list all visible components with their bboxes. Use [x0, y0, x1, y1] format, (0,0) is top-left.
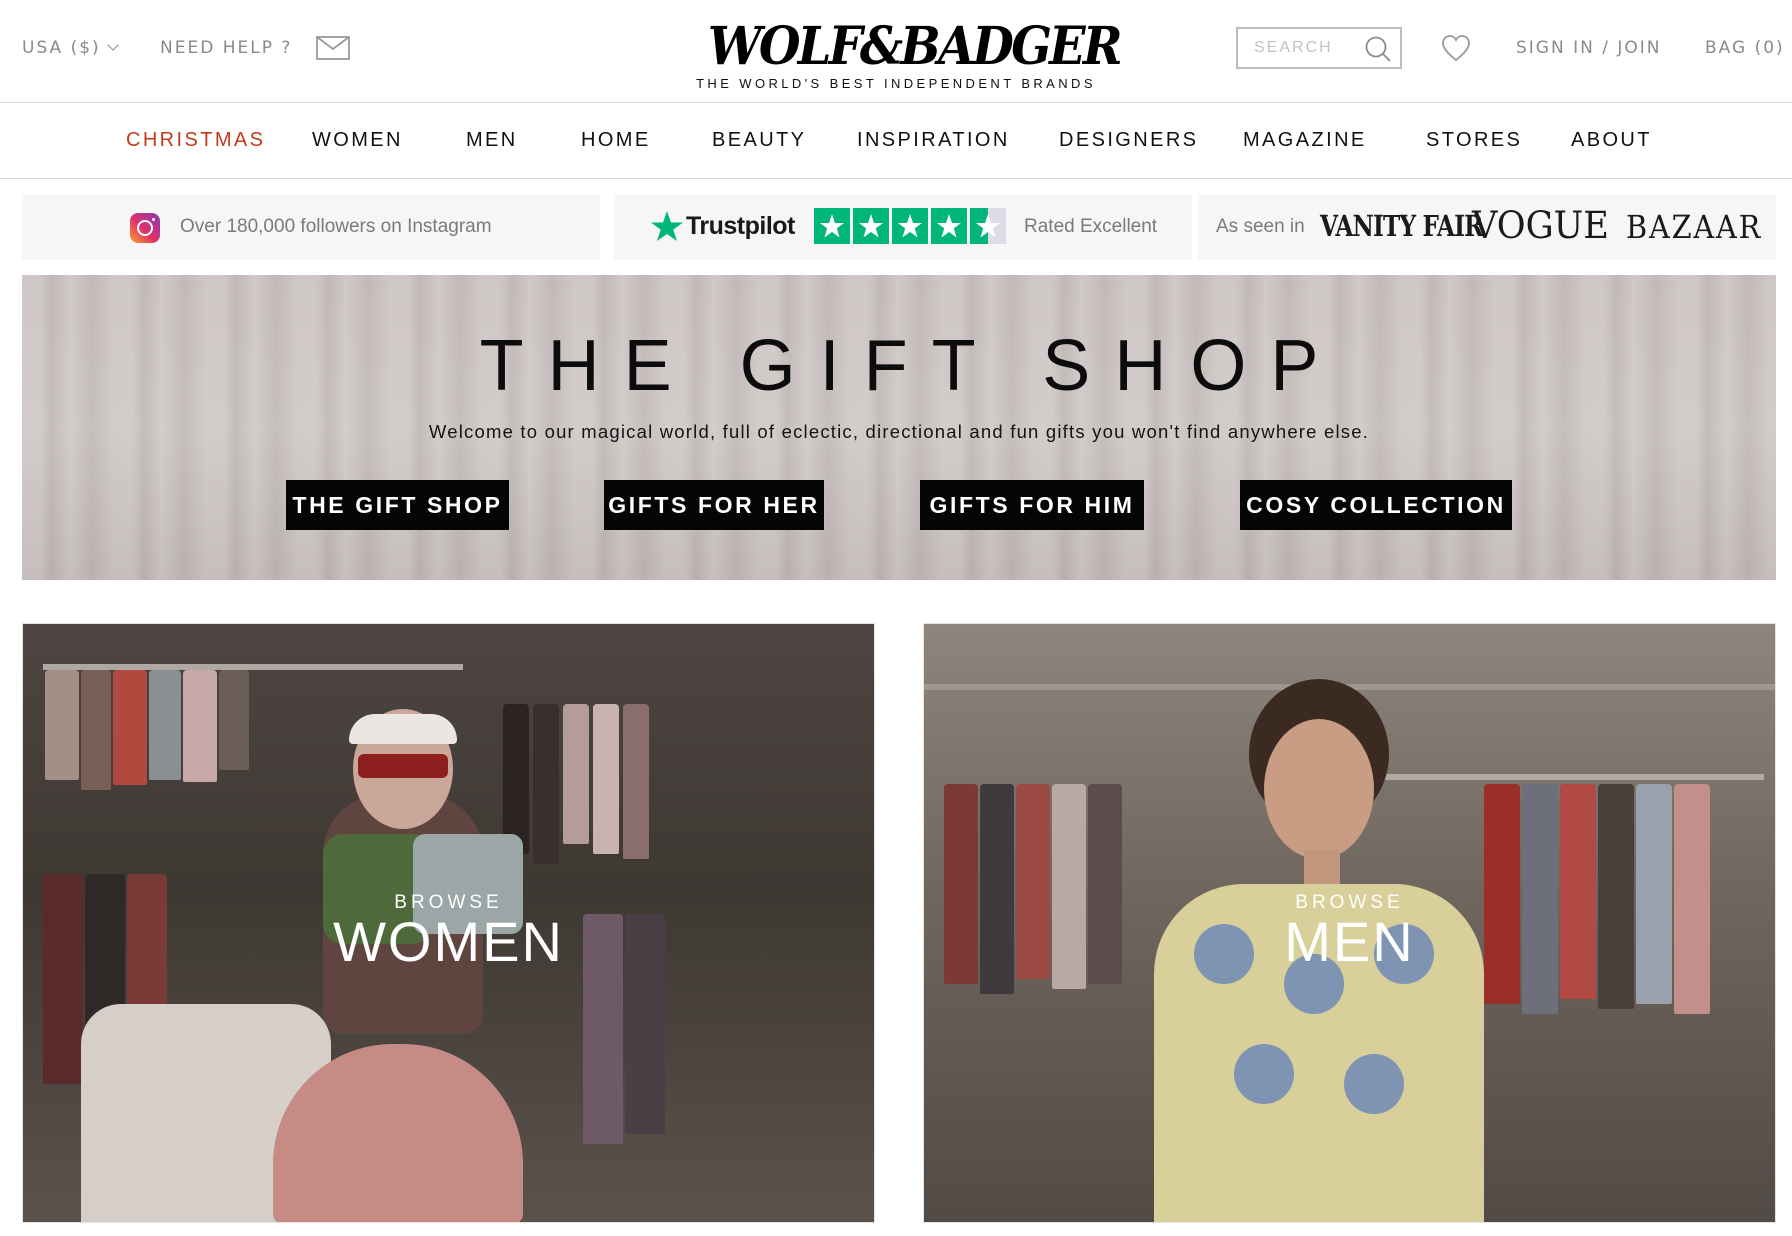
press-banner: As seen in VANITY FAIR VOGUE BAZAAR [1198, 194, 1776, 260]
vanity-fair-logo: VANITY FAIR [1320, 209, 1483, 243]
site-logo[interactable]: WOLF&BADGER THE WORLD'S BEST INDEPENDENT… [690, 21, 1123, 92]
nav-christmas[interactable]: CHRISTMAS [126, 129, 265, 152]
trustpilot-brand: Trustpilot [686, 212, 795, 240]
gift-shop-hero: THE GIFT SHOP Welcome to our magical wor… [22, 275, 1776, 580]
star-icon [853, 208, 889, 244]
nav-designers[interactable]: DESIGNERS [1059, 129, 1198, 152]
as-seen-in-label: As seen in [1216, 216, 1305, 237]
the-gift-shop-button[interactable]: THE GIFT SHOP [286, 480, 509, 530]
trustpilot-banner[interactable]: Trustpilot Rated Excellent [614, 194, 1192, 260]
gifts-for-him-button[interactable]: GIFTS FOR HIM [920, 480, 1144, 530]
logo-tagline: THE WORLD'S BEST INDEPENDENT BRANDS [696, 76, 1096, 91]
nav-men[interactable]: MEN [466, 129, 518, 152]
women-browse-title: WOMEN [333, 910, 564, 973]
hero-subtitle: Welcome to our magical world, full of ec… [428, 421, 1370, 442]
star-icon [814, 208, 850, 244]
instagram-banner[interactable]: Over 180,000 followers on Instagram [22, 194, 600, 260]
logo-wordmark: WOLF&BADGER [707, 16, 1123, 77]
nav-women[interactable]: WOMEN [312, 129, 403, 152]
search-icon[interactable] [1364, 35, 1392, 63]
currency-selector[interactable]: USA ($) [22, 38, 119, 58]
trustpilot-rating-stars [814, 208, 1006, 244]
nav-magazine[interactable]: MAGAZINE [1243, 129, 1367, 152]
instagram-followers-text: Over 180,000 followers on Instagram [180, 216, 492, 237]
top-utility-bar: USA ($) NEED HELP ? WOLF&BADGER THE WORL… [0, 0, 1792, 103]
currency-label: USA ($) [22, 38, 101, 58]
need-help-link[interactable]: NEED HELP ? [160, 38, 292, 58]
mail-icon[interactable] [316, 36, 350, 60]
gifts-for-her-button[interactable]: GIFTS FOR HER [604, 480, 824, 530]
nav-inspiration[interactable]: INSPIRATION [857, 129, 1010, 152]
vogue-logo: VOGUE [1472, 204, 1609, 247]
nav-beauty[interactable]: BEAUTY [712, 129, 806, 152]
heart-icon[interactable] [1441, 34, 1471, 62]
chevron-down-icon [107, 39, 119, 51]
sign-in-link[interactable]: SIGN IN / JOIN [1516, 38, 1662, 58]
bazaar-logo: BAZAAR [1626, 208, 1763, 246]
nav-home[interactable]: HOME [581, 129, 651, 152]
nav-stores[interactable]: STORES [1426, 129, 1522, 152]
trustpilot-rated-text: Rated Excellent [1024, 216, 1158, 237]
hero-title: THE GIFT SHOP [479, 326, 1343, 406]
search-input[interactable] [1238, 29, 1358, 67]
bag-link[interactable]: BAG (0) [1705, 38, 1785, 58]
trustpilot-star-icon [651, 211, 683, 241]
half-star-icon [970, 208, 1006, 244]
star-icon [931, 208, 967, 244]
nav-about[interactable]: ABOUT [1571, 129, 1652, 152]
search-box [1236, 27, 1402, 69]
star-icon [892, 208, 928, 244]
browse-women-tile[interactable]: BROWSE WOMEN [22, 623, 875, 1223]
instagram-icon [130, 213, 160, 243]
cosy-collection-button[interactable]: COSY COLLECTION [1240, 480, 1512, 530]
men-browse-title: MEN [1284, 910, 1415, 973]
browse-men-tile[interactable]: BROWSE MEN [923, 623, 1776, 1223]
main-nav: CHRISTMAS WOMEN MEN HOME BEAUTY INSPIRAT… [0, 103, 1792, 179]
